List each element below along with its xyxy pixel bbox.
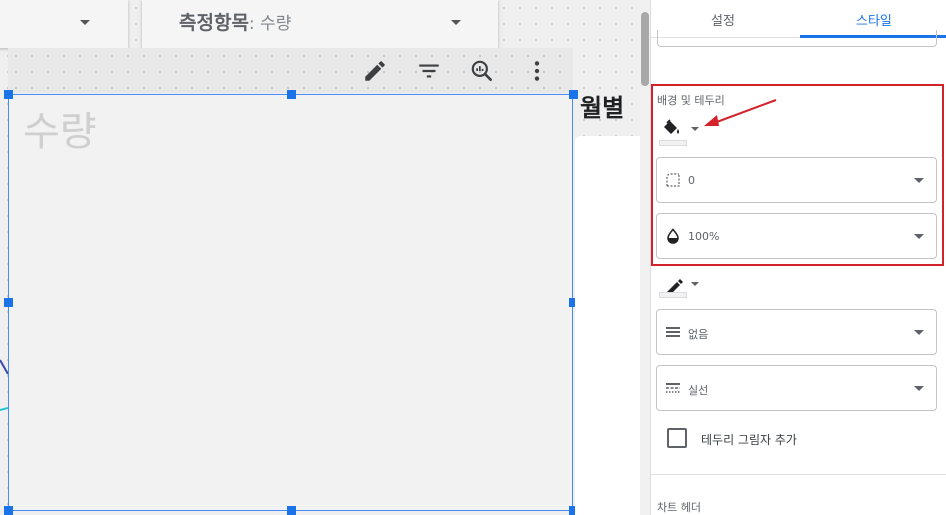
- paint-bucket-icon: [664, 119, 679, 134]
- border-weight-value: 없음: [688, 328, 709, 341]
- opacity-drop-icon: [667, 228, 679, 244]
- metric-selector-label: 측정항목: 수량: [179, 8, 291, 35]
- properties-panel: 설정 스타일 배경 및 테두리 0 100% 없음 실선 테두리 그림자 추가 …: [650, 0, 946, 515]
- adjacent-chart-card[interactable]: [575, 136, 640, 515]
- background-chart-line: [0, 359, 8, 411]
- chevron-down-icon: [691, 282, 699, 286]
- selected-chart-component[interactable]: 수량: [8, 94, 573, 511]
- border-color-swatch: [659, 292, 687, 298]
- chevron-down-icon: [914, 234, 924, 239]
- more-vert-icon[interactable]: [524, 58, 550, 84]
- resize-handle-bottom[interactable]: [287, 506, 296, 515]
- zoom-chart-icon[interactable]: [469, 58, 495, 84]
- border-weight-select[interactable]: 없음: [656, 309, 937, 355]
- border-color-button[interactable]: [659, 270, 705, 304]
- corner-radius-select[interactable]: 0: [656, 157, 937, 203]
- metric-selector-control[interactable]: 측정항목: 수량: [142, 0, 498, 48]
- annotation-arrow-icon: [704, 99, 777, 126]
- resize-handle-top-right[interactable]: [569, 90, 578, 99]
- metric-value: : 수량: [248, 14, 292, 34]
- previous-field-bottom[interactable]: [657, 30, 937, 47]
- canvas-scrollbar[interactable]: [640, 0, 650, 515]
- chevron-down-icon: [451, 20, 461, 25]
- chart-header-section-title: 차트 헤더: [657, 501, 701, 514]
- chevron-down-icon: [914, 330, 924, 335]
- edit-pencil-icon[interactable]: [362, 58, 388, 84]
- line-weight-icon: [666, 327, 680, 337]
- border-style-select[interactable]: 실선: [656, 365, 937, 411]
- fill-color-swatch: [659, 140, 687, 146]
- adjacent-chart-title: 월별: [580, 94, 625, 122]
- corner-radius-value: 0: [688, 174, 695, 187]
- report-canvas[interactable]: 측정항목: 수량 수량 월별: [0, 0, 640, 515]
- resize-handle-bottom-left[interactable]: [4, 506, 13, 515]
- border-shadow-checkbox[interactable]: [667, 428, 687, 448]
- section-divider: [651, 474, 946, 475]
- resize-handle-left[interactable]: [4, 298, 13, 307]
- resize-handle-top-left[interactable]: [4, 90, 13, 99]
- metric-key: 측정항목: [179, 12, 249, 34]
- chevron-down-icon: [80, 20, 90, 25]
- scrollbar-thumb[interactable]: [641, 12, 649, 86]
- border-style-value: 실선: [688, 384, 709, 397]
- border-shadow-label: 테두리 그림자 추가: [701, 433, 797, 447]
- dropdown-control-left[interactable]: [0, 0, 128, 48]
- chart-title: 수량: [23, 109, 97, 155]
- opacity-select[interactable]: 100%: [656, 213, 937, 259]
- chevron-down-icon: [914, 178, 924, 183]
- resize-handle-top[interactable]: [287, 90, 296, 99]
- tab-setup[interactable]: 설정: [711, 10, 735, 29]
- line-style-icon: [666, 383, 680, 393]
- corner-radius-icon: [666, 173, 680, 187]
- filter-icon[interactable]: [416, 58, 442, 84]
- opacity-value: 100%: [688, 230, 720, 243]
- chevron-down-icon: [914, 386, 924, 391]
- tab-style[interactable]: 스타일: [856, 10, 892, 29]
